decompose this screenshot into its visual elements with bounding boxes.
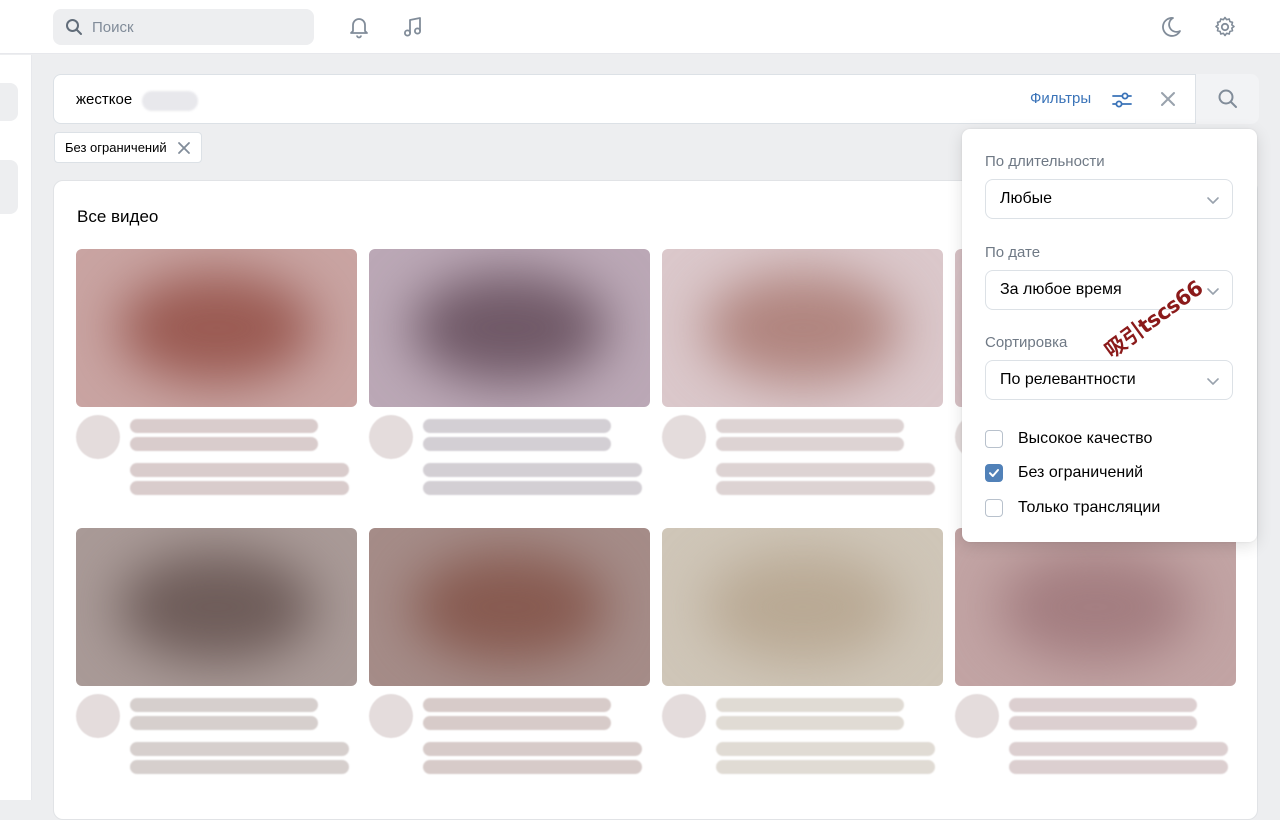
duration-label: По длительности [985,153,1105,170]
bell-icon[interactable] [346,14,372,40]
avatar[interactable] [76,694,120,738]
checkbox-box-checked[interactable] [985,464,1003,482]
video-meta-placeholder [76,686,357,776]
video-meta-placeholder [662,686,943,776]
text-placeholder [423,760,642,774]
checkbox-live-only[interactable]: Только трансляции [985,499,1160,517]
video-card[interactable] [369,528,650,776]
text-placeholder [130,481,349,495]
text-placeholder [716,419,904,433]
sort-select[interactable]: По релевантности [985,360,1233,400]
video-card[interactable] [955,528,1236,776]
left-sidebar [0,55,32,800]
remove-tag-icon[interactable] [177,141,191,155]
video-meta-placeholder [955,686,1236,776]
text-placeholder [130,742,349,756]
text-placeholder [423,742,642,756]
global-search-placeholder: Поиск [92,18,134,36]
text-placeholder [130,419,318,433]
sidebar-item[interactable] [0,160,18,214]
checkmark-icon [989,469,999,477]
text-placeholder [423,437,611,451]
active-filter-tag: Без ограничений [54,132,202,163]
checkbox-no-restrictions[interactable]: Без ограничений [985,464,1143,482]
search-icon [1218,89,1237,108]
chevron-down-icon [1207,378,1219,385]
video-meta-placeholder [369,407,650,497]
sliders-icon[interactable] [1111,89,1133,111]
video-thumbnail[interactable] [369,528,650,686]
text-placeholder [716,437,904,451]
video-thumbnail[interactable] [369,249,650,407]
video-thumbnail[interactable] [662,249,943,407]
checkbox-label: Без ограничений [1018,464,1144,481]
video-card[interactable] [662,249,943,497]
avatar[interactable] [662,694,706,738]
redacted-query-part [142,91,198,111]
music-icon[interactable] [400,14,426,40]
checkbox-label: Высокое качество [1018,430,1153,447]
video-card[interactable] [369,249,650,497]
section-title: Все видео [77,207,159,226]
text-placeholder [1009,760,1228,774]
video-meta-placeholder [662,407,943,497]
duration-select[interactable]: Любые [985,179,1233,219]
text-placeholder [130,698,318,712]
duration-value: Любые [1000,190,1053,207]
chevron-down-icon [1207,197,1219,204]
gear-icon[interactable] [1212,14,1238,40]
text-placeholder [423,463,642,477]
search-button[interactable] [1195,74,1259,124]
video-card[interactable] [76,249,357,497]
checkbox-label: Только трансляции [1018,499,1161,516]
global-search-input[interactable]: Поиск [53,9,314,45]
text-placeholder [1009,716,1197,730]
text-placeholder [423,716,611,730]
video-thumbnail[interactable] [76,528,357,686]
text-placeholder [130,463,349,477]
video-card[interactable] [662,528,943,776]
text-placeholder [1009,742,1228,756]
text-placeholder [130,437,318,451]
text-placeholder [423,419,611,433]
text-placeholder [130,760,349,774]
avatar[interactable] [662,415,706,459]
text-placeholder [716,742,935,756]
text-placeholder [423,698,611,712]
text-placeholder [716,463,935,477]
active-filter-tag-label: Без ограничений [65,140,167,155]
video-card[interactable] [76,528,357,776]
search-icon [66,19,82,35]
sidebar-item[interactable] [0,83,18,121]
date-value: За любое время [1000,281,1122,298]
sort-value: По релевантности [1000,371,1136,388]
text-placeholder [716,481,935,495]
video-search-bar: жесткое Фильтры [53,74,1259,124]
top-bar: Поиск [0,0,1280,54]
checkbox-box[interactable] [985,430,1003,448]
video-meta-placeholder [76,407,357,497]
video-meta-placeholder [369,686,650,776]
text-placeholder [1009,698,1197,712]
date-label: По дате [985,244,1041,261]
checkbox-box[interactable] [985,499,1003,517]
moon-icon[interactable] [1158,14,1184,40]
video-thumbnail[interactable] [662,528,943,686]
video-search-input[interactable]: жесткое [76,91,132,108]
text-placeholder [716,698,904,712]
clear-icon[interactable] [1158,89,1178,109]
avatar[interactable] [76,415,120,459]
video-thumbnail[interactable] [76,249,357,407]
avatar[interactable] [369,415,413,459]
text-placeholder [130,716,318,730]
text-placeholder [423,481,642,495]
avatar[interactable] [369,694,413,738]
checkbox-high-quality[interactable]: Высокое качество [985,430,1152,448]
avatar[interactable] [955,694,999,738]
video-thumbnail[interactable] [955,528,1236,686]
filters-button[interactable]: Фильтры [1030,90,1091,107]
text-placeholder [716,716,904,730]
sort-label: Сортировка [985,334,1068,351]
text-placeholder [716,760,935,774]
